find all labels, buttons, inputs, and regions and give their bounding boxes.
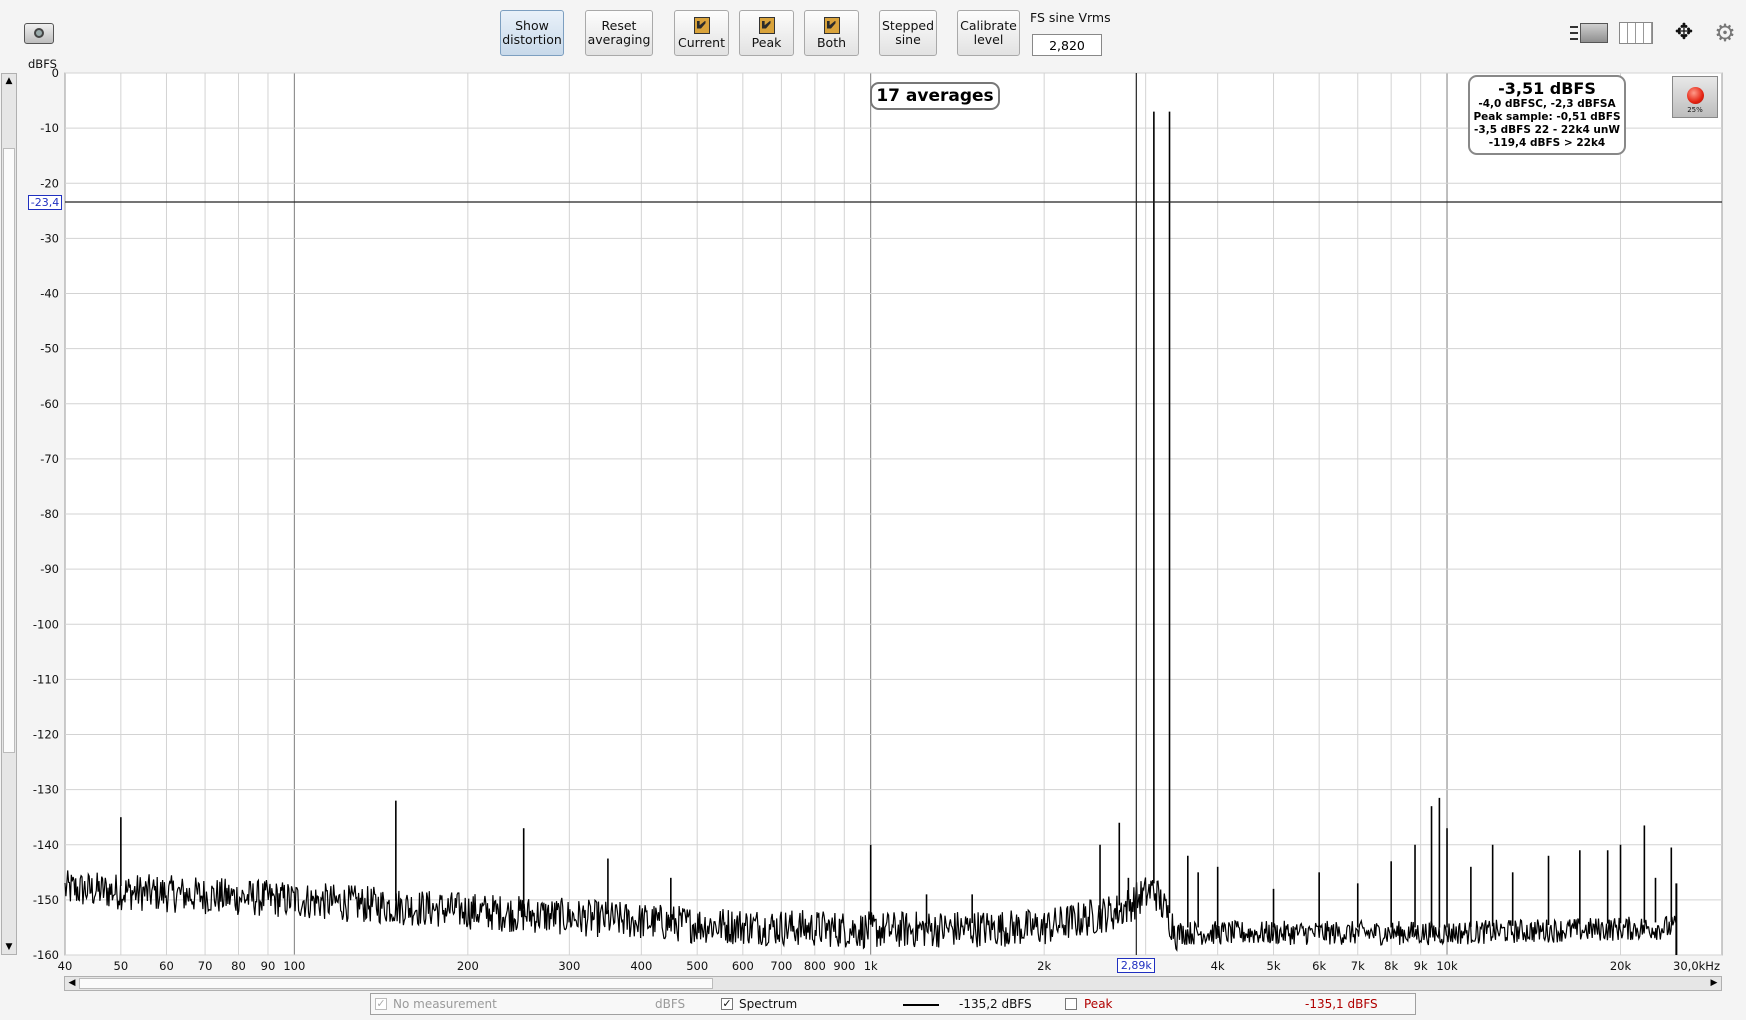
x-tick-label: 6k xyxy=(1312,959,1326,973)
y-tick-label: -120 xyxy=(33,728,59,742)
y-tick-label: -50 xyxy=(40,342,59,356)
x-tick-label: 1k xyxy=(864,959,878,973)
clip-percent: 25% xyxy=(1687,106,1703,114)
y-tick-label: -30 xyxy=(40,231,59,245)
no-measurement-checkbox[interactable]: ✓ xyxy=(375,998,387,1010)
scroll-right-arrow-icon[interactable]: ▶ xyxy=(1707,977,1721,990)
y-tick-label: -20 xyxy=(40,176,59,190)
scroll-left-arrow-icon[interactable]: ◀ xyxy=(65,977,79,990)
peak-label: Peak xyxy=(1084,997,1113,1011)
spectrum-checkbox[interactable]: ✓ xyxy=(721,998,733,1010)
readout-line: -4,0 dBFSC, -2,3 dBFSA xyxy=(1478,98,1616,110)
readout-main: -3,51 dBFS xyxy=(1498,79,1596,98)
x-tick-label: 8k xyxy=(1384,959,1398,973)
spectrum-line-swatch xyxy=(903,1004,939,1006)
units-label: dBFS xyxy=(655,997,686,1011)
x-tick-label: 400 xyxy=(630,959,652,973)
no-measurement-label: No measurement xyxy=(393,997,497,1011)
scroll-thumb[interactable] xyxy=(79,978,713,989)
peak-checkbox[interactable] xyxy=(1065,998,1077,1010)
x-tick-label: 80 xyxy=(231,959,246,973)
y-tick-label: -110 xyxy=(33,672,59,686)
horizontal-scrollbar[interactable]: ◀ ▶ xyxy=(64,976,1722,991)
y-tick-label: -160 xyxy=(33,948,59,962)
peak-value: -135,1 dBFS xyxy=(1305,997,1378,1011)
readout-line: -119,4 dBFS > 22k4 xyxy=(1488,137,1606,149)
y-tick-label: -130 xyxy=(33,783,59,797)
x-tick-label: 20k xyxy=(1610,959,1632,973)
averages-label: 17 averages xyxy=(876,86,994,106)
x-tick-label: 5k xyxy=(1267,959,1281,973)
y-tick-label: -100 xyxy=(33,617,59,631)
spectrum-value: -135,2 dBFS xyxy=(959,997,1032,1011)
y-tick-label: -150 xyxy=(33,893,59,907)
x-tick-label: 40 xyxy=(58,959,73,973)
x-tick-label: 500 xyxy=(686,959,708,973)
x-tick-label: 50 xyxy=(114,959,129,973)
clip-indicator[interactable]: 25% xyxy=(1672,76,1718,118)
y-tick-label: -40 xyxy=(40,287,59,301)
record-led-icon xyxy=(1687,87,1704,104)
cursor-y-label: -23,4 xyxy=(28,195,62,210)
x-tick-label: 200 xyxy=(457,959,479,973)
y-tick-label: 0 xyxy=(52,66,59,80)
x-unit-label: 30,0kHz xyxy=(1673,959,1720,973)
y-tick-label: -140 xyxy=(33,838,59,852)
x-tick-label: 90 xyxy=(261,959,276,973)
y-tick-label: -60 xyxy=(40,397,59,411)
x-tick-label: 700 xyxy=(770,959,792,973)
y-tick-label: -90 xyxy=(40,562,59,576)
x-tick-label: 60 xyxy=(159,959,174,973)
x-tick-label: 600 xyxy=(732,959,754,973)
x-tick-label: 70 xyxy=(198,959,213,973)
x-tick-label: 300 xyxy=(558,959,580,973)
x-tick-label: 9k xyxy=(1414,959,1428,973)
x-tick-label: 100 xyxy=(283,959,305,973)
x-tick-label: 900 xyxy=(833,959,855,973)
y-tick-label: -10 xyxy=(40,121,59,135)
level-readout: -3,51 dBFS -4,0 dBFSC, -2,3 dBFSA Peak s… xyxy=(1468,75,1626,155)
spectrum-label: Spectrum xyxy=(739,997,798,1011)
readout-line: Peak sample: -0,51 dBFS xyxy=(1473,111,1621,123)
x-tick-label: 800 xyxy=(804,959,826,973)
cursor-x-label: 2,89k xyxy=(1117,958,1156,973)
y-tick-label: -80 xyxy=(40,507,59,521)
x-tick-label: 10k xyxy=(1436,959,1458,973)
x-tick-label: 2k xyxy=(1037,959,1051,973)
x-tick-label: 4k xyxy=(1211,959,1225,973)
x-tick-label: 7k xyxy=(1351,959,1365,973)
averages-badge: 17 averages xyxy=(870,82,1000,110)
readout-line: -3,5 dBFS 22 - 22k4 unW xyxy=(1474,124,1620,136)
legend-bar: ✓ No measurement dBFS ✓ Spectrum -135,2 … xyxy=(370,993,1416,1015)
y-tick-label: -70 xyxy=(40,452,59,466)
